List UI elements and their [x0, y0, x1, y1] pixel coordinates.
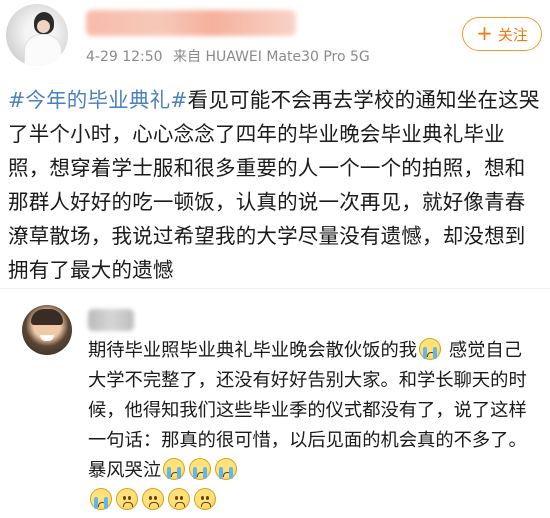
- cry-emoji-icon: [215, 458, 238, 480]
- avatar-figure-face: [37, 20, 50, 33]
- comment-text-part3: 暴风哭泣: [88, 460, 162, 481]
- divider: [0, 288, 550, 289]
- post-body-text: 看见可能不会再去学校的通知坐在这哭了半个小时，心心念念了四年的毕业晚会毕业典礼毕…: [8, 88, 540, 282]
- poster-avatar[interactable]: [6, 4, 68, 66]
- avatar-cap: [31, 309, 63, 325]
- avatar-figure-body: [24, 34, 62, 66]
- comment-body: 期待毕业照毕业典礼毕业晚会散伙饭的我 感觉自己大学不完整了，还没有好好告别大家。…: [88, 336, 528, 516]
- post-timestamp: 4-29 12:50: [86, 49, 163, 65]
- commenter-name-blurred[interactable]: [88, 309, 134, 331]
- plus-icon: +: [476, 21, 493, 45]
- post-device[interactable]: HUAWEI Mate30 Pro 5G: [205, 49, 369, 65]
- post-header: 4-29 12:50 来自 HUAWEI Mate30 Pro 5G + 关注: [0, 0, 550, 80]
- post-source-label: 来自: [173, 49, 202, 65]
- follow-label: 关注: [497, 25, 528, 44]
- frown-emoji-icon: [168, 488, 190, 510]
- frown-emoji-icon: [116, 488, 138, 510]
- poster-name-blurred[interactable]: [86, 10, 296, 36]
- comment-text-part1: 期待毕业照毕业典礼毕业晚会散伙饭的我: [88, 340, 418, 361]
- follow-button[interactable]: + 关注: [462, 17, 542, 51]
- commenter-avatar[interactable]: [22, 305, 72, 355]
- cry-emoji-icon: [163, 458, 186, 480]
- post-meta: 4-29 12:50 来自 HUAWEI Mate30 Pro 5G: [86, 46, 370, 66]
- frown-emoji-icon: [194, 488, 216, 510]
- post-body: #今年的毕业典礼#看见可能不会再去学校的通知坐在这哭了半个小时，心心念念了四年的…: [8, 83, 544, 287]
- cry-emoji-icon: [189, 458, 212, 480]
- cry-emoji-icon: [90, 488, 112, 510]
- hashtag-link[interactable]: #今年的毕业典礼#: [8, 88, 188, 112]
- avatar-smile: [40, 335, 54, 341]
- cry-emoji-icon: [419, 338, 442, 360]
- frown-emoji-icon: [142, 488, 164, 510]
